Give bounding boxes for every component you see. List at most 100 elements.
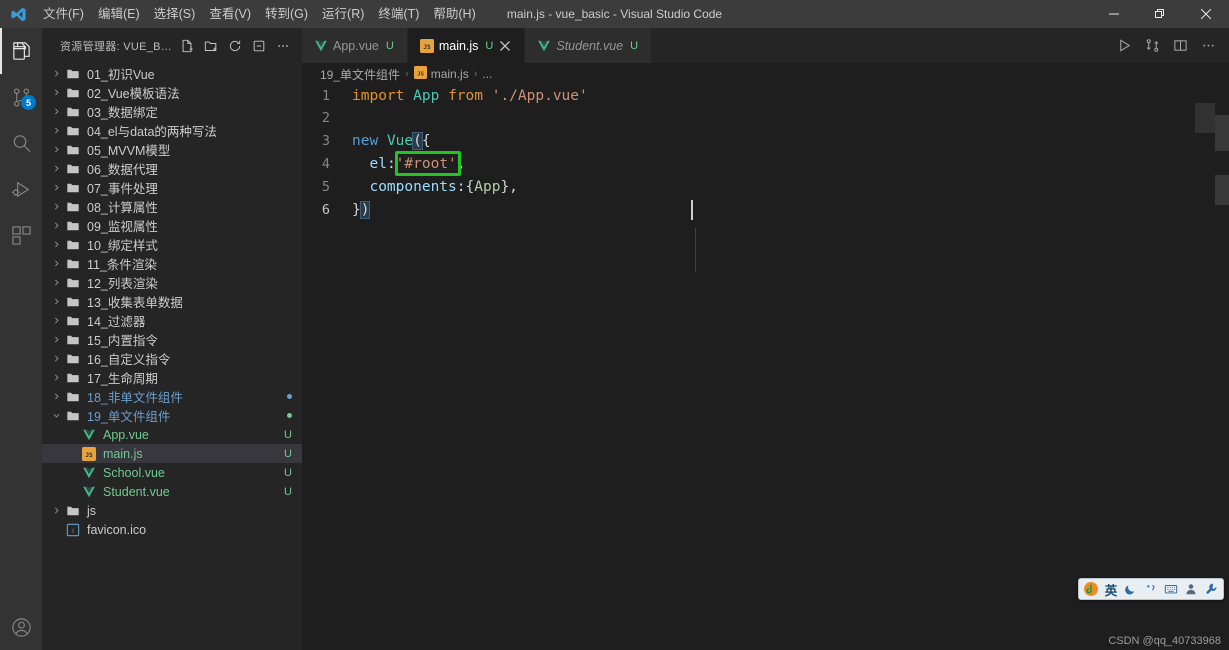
chevron-right-icon[interactable] (50, 235, 63, 254)
activity-extensions[interactable] (0, 212, 42, 258)
minimap-slider[interactable] (1195, 103, 1215, 133)
chevron-right-icon[interactable] (50, 140, 63, 159)
ellipsis-icon[interactable] (272, 35, 294, 57)
breadcrumb-folder[interactable]: 19_单文件组件 (320, 66, 400, 83)
new-folder-icon[interactable] (200, 35, 222, 57)
tree-item-16_[interactable]: 16_自定义指令 (42, 349, 302, 368)
editor-vertical-scrollbar[interactable] (1215, 85, 1229, 650)
split-editor-icon[interactable] (1167, 33, 1193, 59)
tree-item-favicon.ico[interactable]: i favicon.ico (42, 520, 302, 539)
breadcrumb-file[interactable]: JS main.js (413, 66, 469, 82)
menu-edit[interactable]: 编辑(E) (91, 3, 147, 25)
chevron-right-icon[interactable] (50, 254, 63, 273)
tab-app-vue[interactable]: App.vue U (302, 28, 408, 63)
menu-view[interactable]: 查看(V) (202, 3, 258, 25)
breadcrumb-symbols[interactable]: ... (482, 67, 492, 81)
tree-item-15_[interactable]: 15_内置指令 (42, 330, 302, 349)
code-line-4[interactable]: 4 el:'#root', (302, 153, 1229, 175)
tree-item-09_[interactable]: 09_监视属性 (42, 216, 302, 235)
close-icon[interactable] (1183, 0, 1229, 28)
tree-item-app.vue[interactable]: App.vue U (42, 425, 302, 444)
user-icon[interactable] (1182, 580, 1200, 598)
tree-item-main.js[interactable]: JS main.js U (42, 444, 302, 463)
code-line-6[interactable]: 6 }) (302, 199, 1229, 221)
chevron-right-icon[interactable] (50, 501, 63, 520)
tree-item-18_[interactable]: 18_非单文件组件 (42, 387, 302, 406)
tree-item-17_[interactable]: 17_生命周期 (42, 368, 302, 387)
scrollbar-thumb-secondary[interactable] (1215, 175, 1229, 205)
chevron-right-icon[interactable] (50, 273, 63, 292)
chevron-right-icon[interactable] (50, 330, 63, 349)
tree-item-04_eldata[interactable]: 04_el与data的两种写法 (42, 121, 302, 140)
tab-main-js[interactable]: JS main.js U (407, 28, 526, 63)
chevron-right-icon[interactable] (50, 178, 63, 197)
tree-item-08_[interactable]: 08_计算属性 (42, 197, 302, 216)
tab-close-icon[interactable] (496, 37, 514, 55)
activity-run-debug[interactable] (0, 166, 42, 212)
chevron-right-icon[interactable] (50, 121, 63, 140)
code-line-1[interactable]: 1 import App from './App.vue' (302, 85, 1229, 107)
tree-item-school.vue[interactable]: School.vue U (42, 463, 302, 482)
menu-go[interactable]: 转到(G) (258, 3, 315, 25)
tree-item-13_[interactable]: 13_收集表单数据 (42, 292, 302, 311)
play-icon[interactable] (1111, 33, 1137, 59)
scrollbar-thumb[interactable] (1215, 115, 1229, 151)
activity-accounts[interactable] (0, 604, 42, 650)
file-tree[interactable]: 01_初识Vue 02_Vue模板语法 03_数据绑定 04_el与data的两种写法… (42, 63, 302, 650)
breadcrumb[interactable]: 19_单文件组件 › JS main.js › ... (302, 63, 1229, 85)
activity-explorer[interactable] (0, 28, 42, 74)
menu-help[interactable]: 帮助(H) (426, 3, 482, 25)
activity-search[interactable] (0, 120, 42, 166)
tree-item-02_vue[interactable]: 02_Vue模板语法 (42, 83, 302, 102)
tree-item-03_[interactable]: 03_数据绑定 (42, 102, 302, 121)
tree-item-10_[interactable]: 10_绑定样式 (42, 235, 302, 254)
new-file-icon[interactable] (176, 35, 198, 57)
chevron-right-icon[interactable] (50, 102, 63, 121)
punctuation-icon[interactable] (1142, 580, 1160, 598)
minimap[interactable] (1195, 85, 1215, 650)
activity-source-control[interactable]: 5 (0, 74, 42, 120)
menu-run[interactable]: 运行(R) (315, 3, 371, 25)
menu-selection[interactable]: 选择(S) (147, 3, 203, 25)
chevron-right-icon[interactable] (50, 368, 63, 387)
chevron-down-icon[interactable] (50, 406, 63, 425)
soft-keyboard-icon[interactable] (1162, 580, 1180, 598)
sogou-logo-icon[interactable] (1082, 580, 1100, 598)
tree-item-07_[interactable]: 07_事件处理 (42, 178, 302, 197)
tree-item-11_[interactable]: 11_条件渲染 (42, 254, 302, 273)
menu-terminal[interactable]: 终端(T) (371, 3, 426, 25)
ime-toolbar[interactable]: 英 (1078, 578, 1224, 600)
tab-student-vue[interactable]: Student.vue U (525, 28, 653, 63)
restore-icon[interactable] (1137, 0, 1183, 28)
chevron-right-icon[interactable] (50, 197, 63, 216)
tree-item-19_[interactable]: 19_单文件组件 (42, 406, 302, 425)
code-line-5[interactable]: 5 components:{App}, (302, 176, 1229, 198)
chevron-right-icon[interactable] (50, 159, 63, 178)
tree-item-14_[interactable]: 14_过滤器 (42, 311, 302, 330)
refresh-icon[interactable] (224, 35, 246, 57)
ellipsis-icon[interactable] (1195, 33, 1221, 59)
chevron-right-icon[interactable] (50, 349, 63, 368)
chevron-right-icon[interactable] (50, 311, 63, 330)
code-content[interactable]: 1 import App from './App.vue' 2 3 new Vu… (302, 85, 1229, 650)
tree-item-js[interactable]: js (42, 501, 302, 520)
menu-file[interactable]: 文件(F) (36, 3, 91, 25)
input-language-toggle[interactable]: 英 (1102, 580, 1120, 598)
tree-item-06_[interactable]: 06_数据代理 (42, 159, 302, 178)
split-changes-icon[interactable] (1139, 33, 1165, 59)
tree-item-12_[interactable]: 12_列表渲染 (42, 273, 302, 292)
code-line-3[interactable]: 3 new Vue({ (302, 130, 1229, 152)
code-line-2[interactable]: 2 (302, 107, 1229, 129)
settings-wrench-icon[interactable] (1202, 580, 1220, 598)
chevron-right-icon[interactable] (50, 292, 63, 311)
minimize-icon[interactable] (1091, 0, 1137, 28)
chevron-right-icon[interactable] (50, 83, 63, 102)
collapse-all-icon[interactable] (248, 35, 270, 57)
tree-item-01_vue[interactable]: 01_初识Vue (42, 64, 302, 83)
code-editor[interactable]: 1 import App from './App.vue' 2 3 new Vu… (302, 85, 1229, 650)
tree-item-student.vue[interactable]: Student.vue U (42, 482, 302, 501)
chevron-right-icon[interactable] (50, 216, 63, 235)
chevron-right-icon[interactable] (50, 387, 63, 406)
chevron-right-icon[interactable] (50, 64, 63, 83)
moon-icon[interactable] (1122, 580, 1140, 598)
